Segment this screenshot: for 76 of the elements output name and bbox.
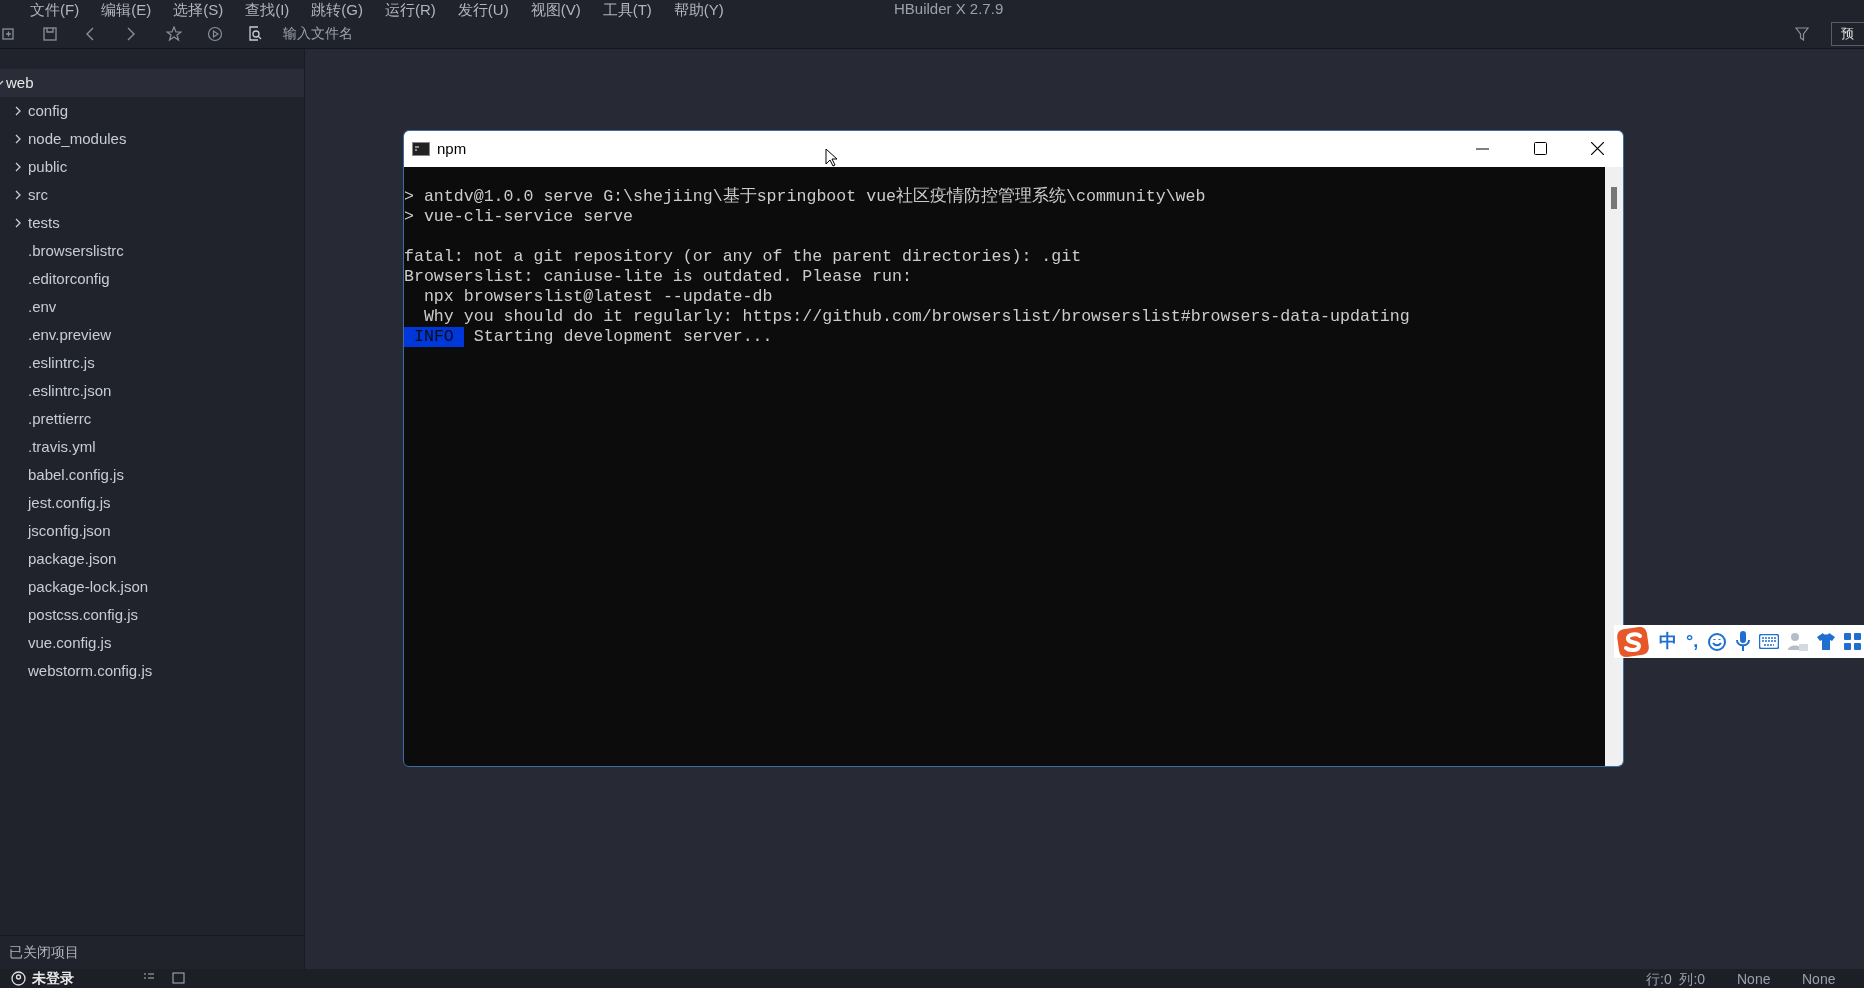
tree-item[interactable]: .travis.yml	[28, 435, 96, 459]
logo-icon[interactable]	[1616, 625, 1650, 658]
keyboard-icon[interactable]	[1759, 634, 1780, 649]
menu-item[interactable]: 跳转(G)	[311, 0, 363, 19]
tree-item[interactable]: babel.config.js	[28, 463, 124, 487]
terminal-toggle-icon[interactable]	[172, 972, 185, 984]
maximize-icon[interactable]	[1534, 142, 1547, 155]
chevron-right-icon[interactable]	[13, 162, 23, 172]
login-status[interactable]: 未登录	[32, 970, 74, 986]
input-mode-toggle[interactable]: 中	[1659, 628, 1677, 655]
tree-item[interactable]: .eslintrc.json	[28, 379, 112, 403]
output-line: npx browserslist@latest --update-db	[422, 287, 773, 307]
menu-item[interactable]: 查找(I)	[245, 0, 290, 19]
info-badge: INFO	[404, 327, 464, 347]
encoding-label[interactable]: None	[1737, 971, 1771, 987]
tree-item[interactable]: vue.config.js	[28, 631, 112, 655]
chevron-right-icon[interactable]	[13, 134, 23, 144]
star-icon[interactable]	[166, 25, 182, 42]
tree-item[interactable]: tests	[28, 211, 60, 235]
tree-item[interactable]: config	[28, 99, 69, 123]
microphone-icon[interactable]	[1736, 631, 1751, 652]
tree-item[interactable]: node_modules	[28, 127, 127, 151]
tree-item[interactable]: package-lock.json	[28, 575, 149, 599]
tree-item[interactable]: package.json	[28, 547, 117, 571]
forward-icon[interactable]	[126, 26, 136, 41]
command-line: > antdv@1.0.0 serve G:\shejiing\基于springboot vue社区疫情防控管理系统\community\web	[404, 187, 1206, 207]
menu-item[interactable]: 文件(F)	[30, 0, 80, 19]
output-line: Starting development server...	[472, 327, 773, 347]
menu-item[interactable]: 编辑(E)	[101, 0, 152, 19]
search-field[interactable]: 输入文件名	[283, 23, 483, 44]
tree-item[interactable]: jest.config.js	[28, 491, 111, 515]
grid-icon[interactable]	[1844, 633, 1862, 650]
closed-projects-label[interactable]: 已关闭项目	[9, 942, 79, 963]
chevron-right-icon[interactable]	[13, 106, 23, 116]
tree-item[interactable]: src	[28, 183, 48, 207]
cursor-position: 行:0 列:0	[1646, 971, 1706, 987]
tree-item[interactable]: postcss.config.js	[28, 603, 139, 627]
menu-item[interactable]: 工具(T)	[602, 0, 652, 19]
user-icon[interactable]	[11, 971, 26, 986]
shirt-icon[interactable]	[1817, 633, 1836, 650]
filter-icon[interactable]	[1795, 27, 1809, 41]
command-line: > vue-cli-service serve	[404, 207, 634, 227]
tree-item[interactable]: .editorconfig	[28, 267, 110, 291]
back-icon[interactable]	[85, 26, 95, 41]
menu-item[interactable]: 帮助(Y)	[673, 0, 724, 19]
output-line: Why you should do it regularly: https://github.com/browserslist/browserslist#browsers-data-updating	[422, 307, 1410, 327]
terminal-title: npm	[437, 138, 467, 159]
tree-item[interactable]: public	[28, 155, 68, 179]
scrollbar-thumb[interactable]	[1611, 187, 1617, 209]
output-line: Browserslist: caniuse-lite is outdated. Please run:	[404, 267, 912, 287]
emoji-icon[interactable]	[1707, 631, 1728, 652]
menu-item[interactable]: 视图(V)	[530, 0, 581, 19]
window-title: HBuilder X 2.7.9	[894, 0, 1004, 18]
syntax-label[interactable]: None	[1802, 971, 1836, 987]
new-file-icon[interactable]	[2, 26, 16, 41]
search-file-icon[interactable]	[248, 26, 263, 41]
save-icon[interactable]	[43, 26, 57, 41]
close-icon[interactable]	[1591, 142, 1604, 155]
tree-item[interactable]: .browserslistrc	[28, 239, 124, 263]
tree-item[interactable]: web	[6, 71, 34, 95]
menu-item[interactable]: 发行(U)	[457, 0, 509, 19]
tree-item[interactable]: .env.preview	[28, 323, 112, 347]
chevron-right-icon[interactable]	[13, 218, 23, 228]
output-line: fatal: not a git repository (or any of the parent directories): .git	[404, 247, 1082, 267]
menu-item[interactable]: 选择(S)	[173, 0, 224, 19]
menu-item[interactable]: 运行(R)	[385, 0, 436, 19]
tree-item[interactable]: .env	[28, 295, 57, 319]
tree-item[interactable]: jsconfig.json	[28, 519, 111, 543]
console-icon	[412, 142, 430, 156]
tree-item[interactable]: webstorm.config.js	[28, 659, 153, 683]
punctuation-toggle[interactable]: °,	[1686, 628, 1699, 655]
chevron-right-icon[interactable]	[13, 190, 23, 200]
tree-item[interactable]: .prettierrc	[28, 407, 92, 431]
tree-item[interactable]: .eslintrc.js	[28, 351, 95, 375]
preview-button[interactable]: 预	[1831, 22, 1864, 46]
play-icon[interactable]	[207, 25, 223, 42]
